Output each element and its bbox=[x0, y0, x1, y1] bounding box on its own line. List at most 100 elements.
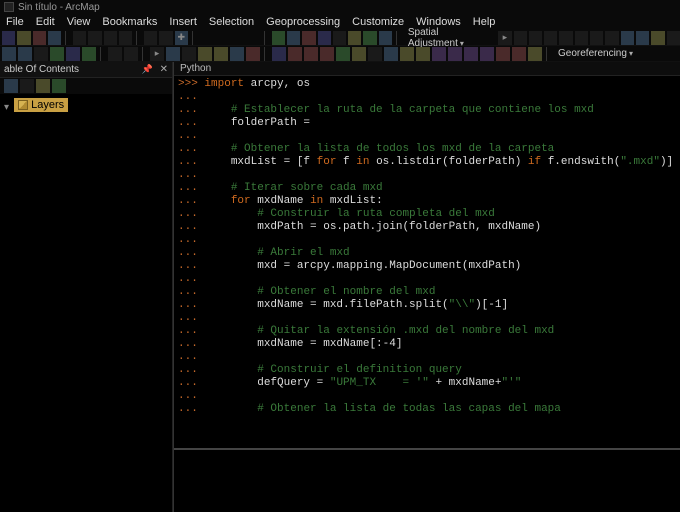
tool-icon[interactable] bbox=[605, 31, 618, 45]
tool-delete-icon[interactable] bbox=[119, 31, 132, 45]
tool-icon[interactable] bbox=[667, 31, 680, 45]
menubar: File Edit View Bookmarks Insert Selectio… bbox=[0, 14, 680, 30]
menu-selection[interactable]: Selection bbox=[205, 16, 258, 28]
layers-label: Layers bbox=[31, 99, 64, 111]
tree-collapse-icon[interactable]: ▾ bbox=[4, 102, 9, 113]
separator bbox=[264, 47, 268, 61]
tool-icon[interactable] bbox=[590, 31, 603, 45]
layers-icon bbox=[18, 100, 28, 110]
tool-icon[interactable] bbox=[348, 31, 361, 45]
tool-icon[interactable] bbox=[368, 47, 382, 61]
tool-pan-icon[interactable] bbox=[34, 47, 48, 61]
tool-icon[interactable] bbox=[448, 47, 462, 61]
separator bbox=[192, 31, 196, 45]
tool-icon[interactable] bbox=[464, 47, 478, 61]
separator bbox=[396, 31, 400, 45]
tool-editor-icon[interactable] bbox=[272, 31, 285, 45]
tool-icon[interactable] bbox=[416, 47, 430, 61]
tool-icon[interactable] bbox=[182, 47, 196, 61]
list-by-selection-icon[interactable] bbox=[52, 79, 66, 93]
close-icon[interactable]: ✕ bbox=[160, 64, 168, 75]
tool-paste-icon[interactable] bbox=[104, 31, 117, 45]
tool-icon[interactable] bbox=[336, 47, 350, 61]
tool-icon[interactable] bbox=[575, 31, 588, 45]
tool-icon[interactable] bbox=[198, 47, 212, 61]
tool-icon[interactable] bbox=[432, 47, 446, 61]
tool-print-icon[interactable] bbox=[48, 31, 61, 45]
tool-prev-extent-icon[interactable] bbox=[108, 47, 122, 61]
python-help-panel[interactable] bbox=[174, 448, 680, 512]
menu-file[interactable]: File bbox=[2, 16, 28, 28]
tool-measure-icon[interactable] bbox=[246, 47, 260, 61]
tool-icon[interactable] bbox=[529, 31, 542, 45]
menu-insert[interactable]: Insert bbox=[165, 16, 201, 28]
tool-icon[interactable] bbox=[512, 47, 526, 61]
tool-icon[interactable] bbox=[288, 47, 302, 61]
python-tab[interactable]: Python bbox=[174, 62, 680, 76]
menu-bookmarks[interactable]: Bookmarks bbox=[98, 16, 161, 28]
separator bbox=[65, 31, 69, 45]
spatial-adjustment-dropdown[interactable]: Spatial Adjustment bbox=[404, 27, 496, 49]
tool-icon[interactable] bbox=[363, 31, 376, 45]
tool-icon[interactable] bbox=[318, 31, 331, 45]
tool-icon[interactable] bbox=[480, 47, 494, 61]
tool-new-icon[interactable] bbox=[2, 31, 15, 45]
tool-icon[interactable] bbox=[379, 31, 392, 45]
toolbar-row-2: ▸ Georeferencing bbox=[0, 46, 680, 62]
python-code-area[interactable]: >>> import arcpy, os ... ... # Establece… bbox=[174, 76, 680, 448]
menu-customize[interactable]: Customize bbox=[348, 16, 408, 28]
tool-redo-icon[interactable] bbox=[159, 31, 172, 45]
tool-find-icon[interactable] bbox=[230, 47, 244, 61]
tool-icon[interactable] bbox=[400, 47, 414, 61]
tool-pointer-icon[interactable]: ▸ bbox=[498, 31, 511, 45]
tool-icon[interactable] bbox=[621, 31, 634, 45]
tool-icon[interactable] bbox=[544, 31, 557, 45]
tool-icon[interactable] bbox=[636, 31, 649, 45]
tool-copy-icon[interactable] bbox=[88, 31, 101, 45]
layers-root-node[interactable]: Layers bbox=[14, 98, 68, 112]
tool-cut-icon[interactable] bbox=[73, 31, 86, 45]
list-by-source-icon[interactable] bbox=[20, 79, 34, 93]
list-by-visibility-icon[interactable] bbox=[36, 79, 50, 93]
tool-add-data-icon[interactable]: ✚ bbox=[175, 31, 188, 45]
tool-icon[interactable] bbox=[559, 31, 572, 45]
tool-icon[interactable] bbox=[304, 47, 318, 61]
tool-full-extent-icon[interactable] bbox=[50, 47, 64, 61]
toc-header: able Of Contents 📌 ✕ bbox=[0, 62, 172, 78]
tool-select-icon[interactable]: ▸ bbox=[150, 47, 164, 61]
tool-zoom-out-icon[interactable] bbox=[18, 47, 32, 61]
toc-tree[interactable]: ▾ Layers bbox=[0, 94, 172, 512]
tool-open-icon[interactable] bbox=[17, 31, 30, 45]
tool-save-icon[interactable] bbox=[33, 31, 46, 45]
tool-icon[interactable] bbox=[514, 31, 527, 45]
window-titlebar: Sin título - ArcMap bbox=[0, 0, 680, 14]
tool-icon[interactable] bbox=[82, 47, 96, 61]
georeferencing-dropdown[interactable]: Georeferencing bbox=[554, 48, 637, 59]
tool-icon[interactable] bbox=[528, 47, 542, 61]
table-of-contents-panel: able Of Contents 📌 ✕ ▾ Layers bbox=[0, 62, 173, 512]
tool-icon[interactable] bbox=[496, 47, 510, 61]
menu-view[interactable]: View bbox=[63, 16, 95, 28]
separator bbox=[142, 47, 146, 61]
menu-edit[interactable]: Edit bbox=[32, 16, 59, 28]
tool-zoom-in-icon[interactable] bbox=[2, 47, 16, 61]
tool-next-extent-icon[interactable] bbox=[124, 47, 138, 61]
tool-icon[interactable] bbox=[287, 31, 300, 45]
tool-icon[interactable] bbox=[66, 47, 80, 61]
tool-icon[interactable] bbox=[651, 31, 664, 45]
pin-icon[interactable]: 📌 bbox=[142, 64, 153, 74]
tool-icon[interactable] bbox=[320, 47, 334, 61]
separator bbox=[264, 31, 268, 45]
tool-icon[interactable] bbox=[214, 47, 228, 61]
tool-icon[interactable] bbox=[302, 31, 315, 45]
tool-identify-icon[interactable] bbox=[166, 47, 180, 61]
separator bbox=[546, 47, 550, 61]
list-by-drawing-order-icon[interactable] bbox=[4, 79, 18, 93]
tool-undo-icon[interactable] bbox=[144, 31, 157, 45]
tool-icon[interactable] bbox=[384, 47, 398, 61]
tool-icon[interactable] bbox=[352, 47, 366, 61]
tool-icon[interactable] bbox=[272, 47, 286, 61]
toolbar-row-1: ✚ Spatial Adjustment ▸ bbox=[0, 30, 680, 46]
tool-icon[interactable] bbox=[333, 31, 346, 45]
menu-geoprocessing[interactable]: Geoprocessing bbox=[262, 16, 344, 28]
